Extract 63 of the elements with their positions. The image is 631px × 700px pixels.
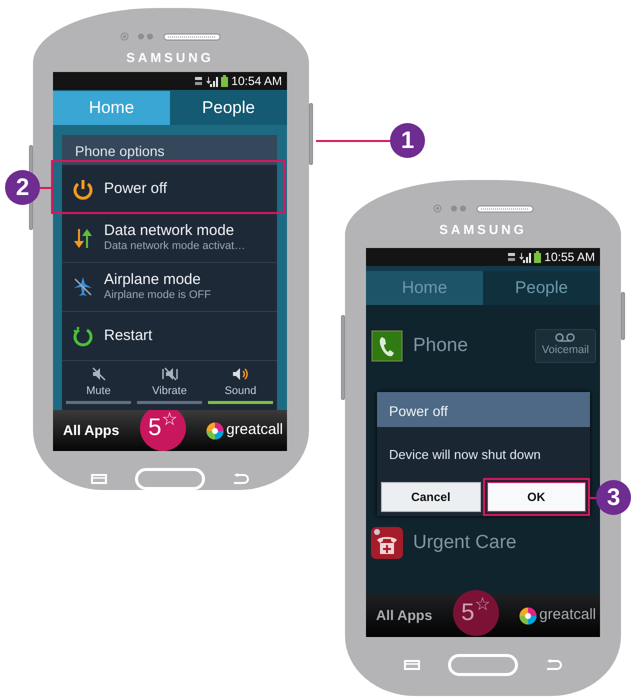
step-number: 1 xyxy=(390,123,425,158)
leader-line xyxy=(40,187,53,189)
menu-key-icon[interactable] xyxy=(404,660,420,670)
signal-icon xyxy=(206,76,218,87)
five-star-button[interactable]: 5$^{☆}$ xyxy=(452,590,499,636)
camera-icon xyxy=(432,204,442,213)
home-button[interactable] xyxy=(448,654,518,676)
item-label: Restart xyxy=(104,326,152,345)
tab[interactable]: People xyxy=(483,271,600,305)
muted-speaker-icon xyxy=(90,366,106,381)
all-apps-button[interactable]: All Apps xyxy=(63,420,120,442)
speaker-grille-icon xyxy=(162,32,220,40)
menu-item[interactable]: Power off xyxy=(62,164,277,214)
speaker-icon xyxy=(232,366,250,381)
item-label: Airplane mode xyxy=(104,271,202,290)
dialog-title: Power off xyxy=(377,392,590,427)
sensor-dots-icon xyxy=(136,33,154,40)
item-subtitle: Airplane mode is OFF xyxy=(104,289,211,302)
brand-name: greatcall xyxy=(539,605,596,626)
item-subtitle: Data network mode activat… xyxy=(104,240,246,254)
brand-logo: SAMSUNG xyxy=(439,221,527,239)
emergency-phone-icon xyxy=(371,527,403,559)
tab[interactable]: People xyxy=(170,90,287,125)
step-number: 2 xyxy=(5,170,40,205)
menu-item[interactable]: Airplane mode Airplane mode is OFF xyxy=(62,262,277,312)
vibrate-icon xyxy=(160,366,178,381)
arrows-icon xyxy=(72,226,94,249)
back-icon[interactable] xyxy=(546,659,562,671)
dialog-button[interactable]: OK xyxy=(486,482,586,512)
brand-name: greatcall xyxy=(226,420,283,440)
clock: 10:55 AM xyxy=(544,249,595,266)
flower-logo-icon xyxy=(206,422,224,440)
item-label: Power off xyxy=(104,180,168,198)
phone-icon xyxy=(371,330,403,362)
menu-item[interactable]: Data network mode Data network mode activat… xyxy=(62,214,277,263)
voicemail-button[interactable]: Voicemail xyxy=(534,329,596,363)
camera-icon xyxy=(120,32,128,41)
menu-item[interactable]: Restart xyxy=(62,312,277,361)
sound-mode-button[interactable]: Sound xyxy=(208,366,273,404)
brand-logo: SAMSUNG xyxy=(126,49,214,67)
dialog-button[interactable]: Cancel xyxy=(381,482,480,512)
app-label[interactable]: Urgent Care xyxy=(413,528,516,558)
clock: 10:54 AM xyxy=(231,73,282,90)
back-icon[interactable] xyxy=(233,473,249,485)
sound-mode-button[interactable]: Mute xyxy=(66,366,131,404)
item-label: Data network mode xyxy=(104,222,236,240)
menu-title: Phone options xyxy=(62,134,277,165)
sound-mode-button[interactable]: Vibrate xyxy=(137,366,202,404)
menu-key-icon[interactable] xyxy=(91,474,107,484)
dialog-message: Device will now shut down xyxy=(388,446,542,464)
flower-logo-icon xyxy=(519,606,538,624)
home-button[interactable] xyxy=(135,468,205,490)
all-apps-button[interactable]: All Apps xyxy=(376,605,432,626)
signal-icon xyxy=(519,252,532,262)
app-label[interactable]: Phone xyxy=(413,332,468,360)
restart-icon xyxy=(72,324,94,347)
battery-icon xyxy=(221,75,228,88)
sensor-dots-icon xyxy=(450,205,468,212)
airplane-icon xyxy=(72,276,94,298)
power-icon xyxy=(72,178,94,200)
battery-icon xyxy=(534,251,542,263)
speaker-grille-icon xyxy=(476,204,534,212)
voicemail-icon xyxy=(555,333,576,342)
